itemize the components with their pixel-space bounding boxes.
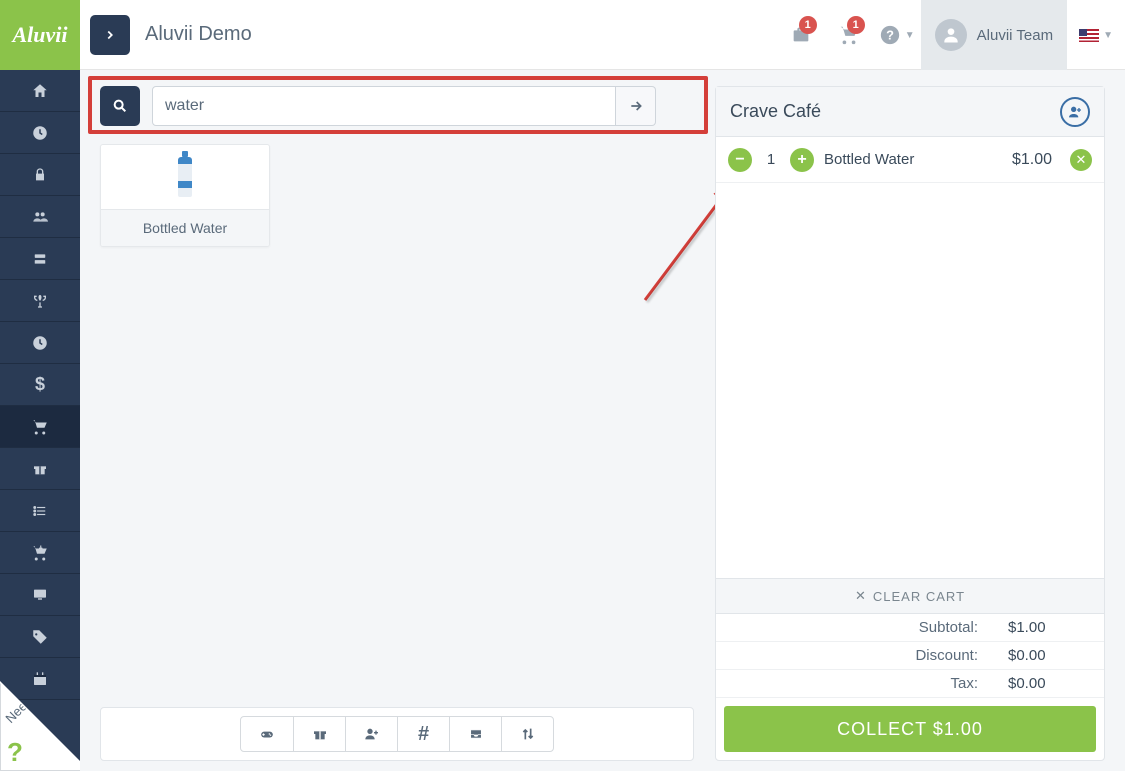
sidebar-item-lock[interactable] bbox=[0, 154, 80, 196]
cart-icon[interactable]: 1 bbox=[825, 0, 873, 70]
sidebar-item-users[interactable] bbox=[0, 196, 80, 238]
search-bar bbox=[100, 86, 656, 126]
user-name: Aluvii Team bbox=[977, 27, 1053, 44]
locale-selector[interactable]: ▼ bbox=[1067, 0, 1125, 70]
sidebar-item-tag[interactable] bbox=[0, 616, 80, 658]
product-card[interactable]: Bottled Water bbox=[100, 144, 270, 247]
sidebar-item-home[interactable] bbox=[0, 70, 80, 112]
sidebar-item-trophy[interactable] bbox=[0, 280, 80, 322]
product-image bbox=[101, 145, 269, 209]
item-name: Bottled Water bbox=[824, 151, 1002, 168]
sidebar-item-time[interactable] bbox=[0, 322, 80, 364]
product-name: Bottled Water bbox=[101, 209, 269, 246]
sidebar-item-list[interactable] bbox=[0, 490, 80, 532]
brand-text: Aluvii bbox=[12, 22, 67, 48]
left-sidebar: $ bbox=[0, 70, 80, 771]
add-user-icon[interactable] bbox=[345, 717, 397, 751]
remove-item-button[interactable]: ✕ bbox=[1070, 149, 1092, 171]
collect-button[interactable]: COLLECT $1.00 bbox=[724, 706, 1096, 752]
bottle-icon bbox=[178, 157, 192, 197]
question-mark-icon: ? bbox=[7, 737, 23, 768]
gamepad-icon[interactable] bbox=[241, 717, 293, 751]
clear-cart-label: CLEAR CART bbox=[873, 589, 965, 604]
gift-icon[interactable] bbox=[293, 717, 345, 751]
sort-icon[interactable] bbox=[501, 717, 553, 751]
briefcase-badge: 1 bbox=[799, 16, 817, 34]
add-customer-button[interactable] bbox=[1060, 97, 1090, 127]
avatar-icon bbox=[935, 19, 967, 51]
product-results: Bottled Water bbox=[100, 144, 270, 247]
search-button[interactable] bbox=[100, 86, 140, 126]
cart-item-row: − 1 + Bottled Water $1.00 ✕ bbox=[716, 137, 1104, 183]
sidebar-item-clock[interactable] bbox=[0, 112, 80, 154]
top-header: Aluvii Demo 1 1 ? ▼ Aluvii Team ▼ bbox=[80, 0, 1125, 70]
discount-row: Discount: $0.00 bbox=[716, 642, 1104, 670]
sidebar-item-gift[interactable] bbox=[0, 448, 80, 490]
inbox-icon[interactable] bbox=[449, 717, 501, 751]
cart-badge: 1 bbox=[847, 16, 865, 34]
brand-logo[interactable]: Aluvii bbox=[0, 0, 80, 70]
page-title: Aluvii Demo bbox=[145, 23, 252, 46]
cart-panel: Crave Café − 1 + Bottled Water $1.00 ✕ ✕… bbox=[715, 86, 1105, 761]
svg-text:?: ? bbox=[886, 28, 894, 43]
sidebar-item-server[interactable] bbox=[0, 238, 80, 280]
sidebar-item-monitor[interactable] bbox=[0, 574, 80, 616]
user-menu[interactable]: Aluvii Team bbox=[921, 0, 1067, 70]
help-icon[interactable]: ? ▼ bbox=[873, 0, 921, 70]
sidebar-item-cart[interactable] bbox=[0, 406, 80, 448]
increment-button[interactable]: + bbox=[790, 148, 814, 172]
search-go-button[interactable] bbox=[616, 86, 656, 126]
item-quantity: 1 bbox=[762, 151, 780, 168]
clear-cart-button[interactable]: ✕ CLEAR CART bbox=[716, 578, 1104, 614]
sidebar-item-dollar[interactable]: $ bbox=[0, 364, 80, 406]
main-content: Bottled Water # Crave Café bbox=[80, 70, 1125, 771]
cart-title: Crave Café bbox=[730, 101, 821, 122]
cart-header: Crave Café bbox=[716, 87, 1104, 137]
sidebar-item-cart-down[interactable] bbox=[0, 532, 80, 574]
search-input[interactable] bbox=[152, 86, 616, 126]
us-flag-icon bbox=[1079, 29, 1099, 42]
hash-icon[interactable]: # bbox=[397, 717, 449, 751]
tax-row: Tax: $0.00 bbox=[716, 670, 1104, 698]
bottom-toolbar: # bbox=[100, 707, 694, 761]
briefcase-icon[interactable]: 1 bbox=[777, 0, 825, 70]
item-price: $1.00 bbox=[1012, 151, 1052, 169]
decrement-button[interactable]: − bbox=[728, 148, 752, 172]
close-icon: ✕ bbox=[855, 588, 867, 604]
toggle-sidebar-button[interactable] bbox=[90, 15, 130, 55]
subtotal-row: Subtotal: $1.00 bbox=[716, 614, 1104, 642]
cart-items: − 1 + Bottled Water $1.00 ✕ bbox=[716, 137, 1104, 183]
